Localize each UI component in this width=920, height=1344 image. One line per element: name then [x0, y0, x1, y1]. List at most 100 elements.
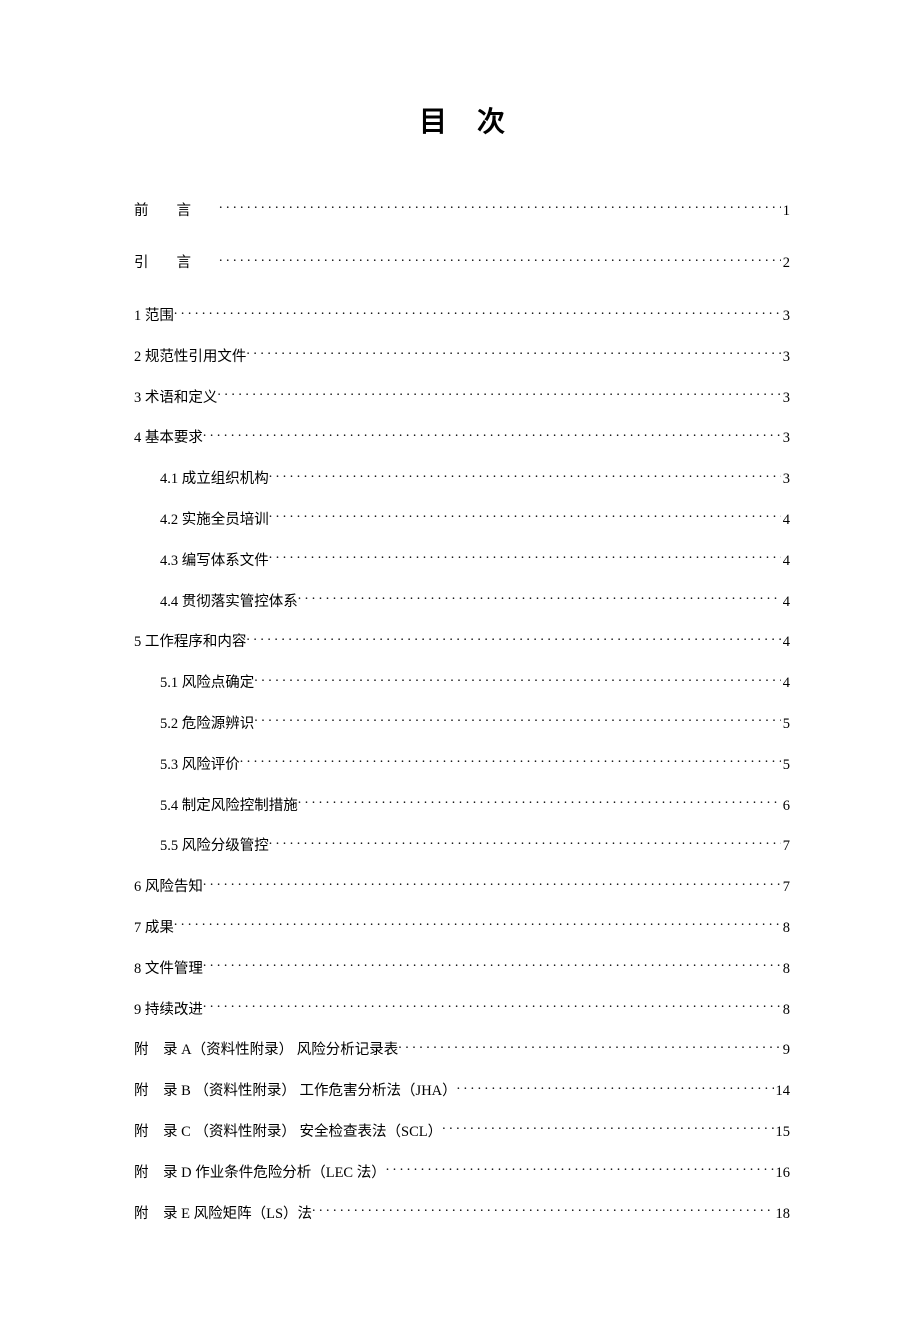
- toc-entry: 5.4 制定风险控制措施 6: [134, 795, 790, 816]
- toc-leader: [269, 550, 781, 565]
- toc-leader: [174, 918, 781, 933]
- toc-entry: 7 成果 8: [134, 918, 790, 939]
- toc-label: 5.5 风险分级管控: [160, 836, 269, 856]
- toc-leader: [174, 306, 781, 321]
- toc-entry: 4.2 实施全员培训 4: [134, 510, 790, 531]
- toc-leader: [298, 591, 781, 606]
- toc-label: 附 录 E 风险矩阵（LS）法: [134, 1204, 312, 1224]
- toc-label: 6 风险告知: [134, 877, 203, 897]
- toc-page: 3: [781, 306, 790, 326]
- toc-leader: [203, 877, 781, 892]
- toc-page: 18: [774, 1204, 791, 1224]
- toc-entry: 引言 2: [134, 253, 790, 274]
- toc-page: 9: [781, 1040, 790, 1060]
- table-of-contents: 前言 1 引言 2 1 范围 3 2 规范性引用文件 3 3 术语和定义 3 4…: [134, 200, 790, 1224]
- toc-entry: 附 录 B （资料性附录） 工作危害分析法（JHA） 14: [134, 1081, 790, 1102]
- toc-label: 4.2 实施全员培训: [160, 510, 269, 530]
- toc-entry: 8 文件管理 8: [134, 958, 790, 979]
- toc-page: 14: [774, 1081, 791, 1101]
- toc-page: 5: [781, 714, 790, 734]
- toc-entry: 2 规范性引用文件 3: [134, 346, 790, 367]
- toc-label: 附 录 D 作业条件危险分析（LEC 法）: [134, 1163, 386, 1183]
- toc-label: 9 持续改进: [134, 1000, 203, 1020]
- toc-entry: 5.3 风险评价 5: [134, 754, 790, 775]
- toc-label: 引言: [134, 253, 219, 273]
- toc-label: 4.4 贯彻落实管控体系: [160, 592, 298, 612]
- toc-entry: 附 录 C （资料性附录） 安全检查表法（SCL） 15: [134, 1122, 790, 1143]
- toc-leader: [217, 387, 780, 402]
- toc-leader: [219, 200, 781, 215]
- toc-page: 4: [781, 510, 790, 530]
- toc-label: 5 工作程序和内容: [134, 632, 246, 652]
- toc-page: 5: [781, 755, 790, 775]
- toc-leader: [298, 795, 781, 810]
- toc-leader: [269, 510, 781, 525]
- document-page: { "title": "目次", "toc": [ { "label": "前"…: [0, 0, 920, 1344]
- toc-page: 4: [781, 673, 790, 693]
- toc-label: 5.3 风险评价: [160, 755, 240, 775]
- toc-page: 4: [781, 551, 790, 571]
- toc-entry: 4 基本要求 3: [134, 428, 790, 449]
- toc-leader: [203, 999, 781, 1014]
- toc-page: 2: [781, 253, 790, 273]
- toc-leader: [254, 673, 781, 688]
- toc-page: 6: [781, 796, 790, 816]
- toc-leader: [203, 428, 781, 443]
- toc-label: 5.4 制定风险控制措施: [160, 796, 298, 816]
- toc-leader: [203, 958, 781, 973]
- toc-entry: 1 范围 3: [134, 306, 790, 327]
- toc-label: 附 录 B （资料性附录） 工作危害分析法（JHA）: [134, 1081, 457, 1101]
- toc-page: 3: [781, 388, 790, 408]
- toc-label: 5.1 风险点确定: [160, 673, 254, 693]
- toc-entry: 前言 1: [134, 200, 790, 221]
- toc-label: 8 文件管理: [134, 959, 203, 979]
- toc-page: 1: [781, 201, 790, 221]
- toc-leader: [254, 714, 781, 729]
- toc-entry: 4.3 编写体系文件 4: [134, 550, 790, 571]
- toc-leader: [398, 1040, 781, 1055]
- toc-leader: [457, 1081, 774, 1096]
- toc-entry: 5 工作程序和内容 4: [134, 632, 790, 653]
- toc-label: 附 录 A（资料性附录） 风险分析记录表: [134, 1040, 398, 1060]
- toc-page: 3: [781, 469, 790, 489]
- toc-leader: [219, 253, 781, 268]
- toc-page: 7: [781, 877, 790, 897]
- toc-entry: 5.2 危险源辨识 5: [134, 714, 790, 735]
- toc-leader: [246, 632, 780, 647]
- toc-entry: 附 录 D 作业条件危险分析（LEC 法） 16: [134, 1162, 790, 1183]
- toc-page: 7: [781, 836, 790, 856]
- toc-entry: 9 持续改进 8: [134, 999, 790, 1020]
- toc-title: 目次: [134, 100, 790, 140]
- toc-label: 4.1 成立组织机构: [160, 469, 269, 489]
- toc-label: 5.2 危险源辨识: [160, 714, 254, 734]
- toc-page: 8: [781, 918, 790, 938]
- toc-label: 3 术语和定义: [134, 388, 217, 408]
- toc-label: 1 范围: [134, 306, 174, 326]
- toc-page: 3: [781, 428, 790, 448]
- toc-entry: 4.1 成立组织机构 3: [134, 469, 790, 490]
- toc-leader: [269, 469, 781, 484]
- toc-label: 附 录 C （资料性附录） 安全检查表法（SCL）: [134, 1122, 442, 1142]
- toc-leader: [240, 754, 781, 769]
- toc-label: 2 规范性引用文件: [134, 347, 246, 367]
- toc-label: 4 基本要求: [134, 428, 203, 448]
- toc-label: 4.3 编写体系文件: [160, 551, 269, 571]
- toc-leader: [386, 1162, 774, 1177]
- toc-entry: 5.1 风险点确定 4: [134, 673, 790, 694]
- toc-page: 8: [781, 959, 790, 979]
- toc-entry: 5.5 风险分级管控 7: [134, 836, 790, 857]
- toc-label: 前言: [134, 201, 219, 221]
- toc-leader: [269, 836, 781, 851]
- toc-leader: [442, 1122, 773, 1137]
- toc-page: 15: [774, 1122, 791, 1142]
- toc-entry: 6 风险告知 7: [134, 877, 790, 898]
- toc-page: 4: [781, 632, 790, 652]
- toc-label: 7 成果: [134, 918, 174, 938]
- toc-entry: 3 术语和定义 3: [134, 387, 790, 408]
- toc-page: 8: [781, 1000, 790, 1020]
- toc-page: 16: [774, 1163, 791, 1183]
- toc-entry: 附 录 A（资料性附录） 风险分析记录表 9: [134, 1040, 790, 1061]
- toc-leader: [312, 1203, 773, 1218]
- toc-page: 4: [781, 592, 790, 612]
- toc-entry: 4.4 贯彻落实管控体系 4: [134, 591, 790, 612]
